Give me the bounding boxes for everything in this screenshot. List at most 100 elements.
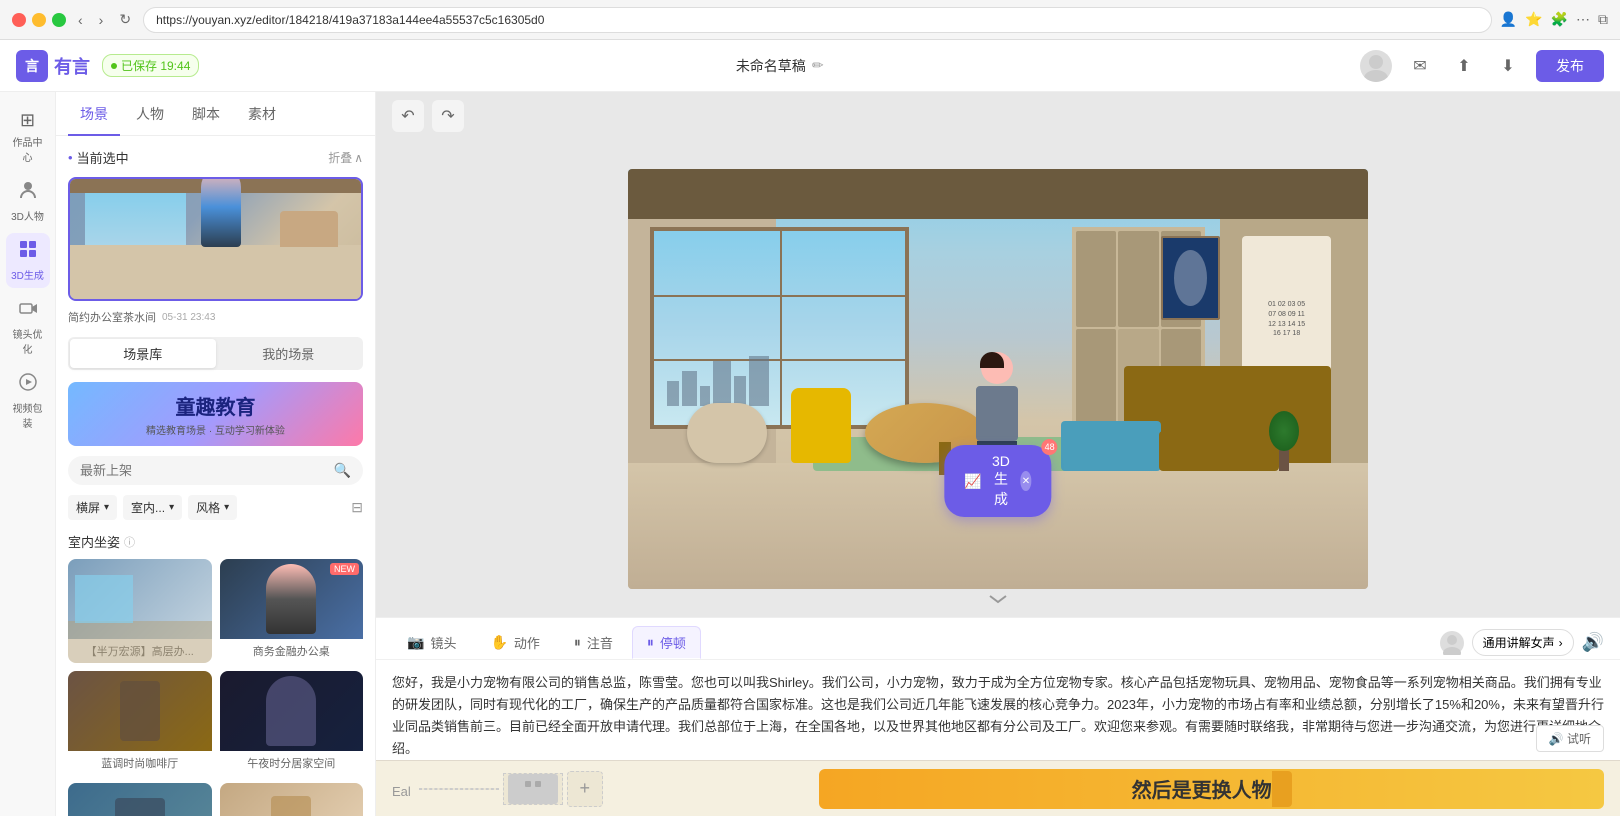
tab-scene[interactable]: 场景 bbox=[68, 92, 120, 136]
scene-card-5[interactable]: 蓝调时分萤光露客 bbox=[68, 783, 212, 816]
logo-icon: 言 bbox=[16, 50, 48, 82]
timeline-notice-text: 然后是更换人物 bbox=[1132, 774, 1272, 803]
download-icon[interactable]: ⬇ bbox=[1492, 50, 1524, 82]
app-bar: 言 有言 已保存 19:44 未命名草稿 ✏ ✉ ⬆ ⬇ 发布 bbox=[0, 40, 1620, 92]
tab-character[interactable]: 人物 bbox=[124, 92, 176, 136]
info-icon[interactable]: ⓘ bbox=[124, 534, 135, 550]
voice-arrow-icon: › bbox=[1559, 636, 1563, 650]
restore-icon[interactable]: ⧉ bbox=[1598, 11, 1608, 28]
sub-tab-scene-lib[interactable]: 场景库 bbox=[70, 339, 216, 368]
profile-icon[interactable]: 👤 bbox=[1500, 11, 1517, 28]
icon-sidebar: ⊞ 作品中心 3D人物 3D生成 bbox=[0, 92, 56, 816]
url-bar[interactable]: https://youyan.xyz/editor/184218/419a371… bbox=[143, 7, 1492, 33]
chevron-down-icon: ▾ bbox=[169, 502, 174, 513]
save-status-text: 已保存 19:44 bbox=[121, 57, 190, 74]
tab-camera[interactable]: 📷 镜头 bbox=[392, 626, 471, 659]
minimize-window-btn[interactable] bbox=[32, 13, 46, 27]
sidebar-item-3d-person-label: 3D人物 bbox=[11, 208, 44, 223]
scene-card-1[interactable]: 【半万宏源】高层办... bbox=[68, 559, 212, 663]
sidebar-item-works[interactable]: ⊞ 作品中心 bbox=[6, 104, 50, 170]
redo-button[interactable]: ↷ bbox=[432, 100, 464, 132]
forward-btn[interactable]: › bbox=[95, 12, 108, 28]
selected-scene-card[interactable] bbox=[68, 177, 363, 301]
bottom-tabs: 📷 镜头 ✋ 动作 ⏸ 注音 ⏸ 停顿 bbox=[376, 618, 1620, 660]
new-badge: NEW bbox=[330, 563, 359, 575]
more-icon[interactable]: ⋯ bbox=[1576, 11, 1590, 28]
filter-room[interactable]: 室内... ▾ bbox=[123, 495, 182, 520]
bookmark-icon[interactable]: ⭐ bbox=[1525, 11, 1542, 28]
save-status: 已保存 19:44 bbox=[102, 54, 199, 77]
sub-tab-my-scene[interactable]: 我的场景 bbox=[216, 339, 362, 368]
refresh-btn[interactable]: ↻ bbox=[115, 11, 135, 28]
scene-canvas[interactable]: 01 02 03 0507 08 09 1112 13 14 1516 17 1… bbox=[628, 169, 1368, 589]
close-window-btn[interactable] bbox=[12, 13, 26, 27]
close-generate-icon[interactable]: ✕ bbox=[1020, 471, 1032, 491]
scene-card-3[interactable]: 蓝调时尚咖啡厅 bbox=[68, 671, 212, 775]
extensions-icon[interactable]: 🧩 bbox=[1551, 11, 1568, 28]
scene-card-6[interactable]: 阳光书房及界办公桌 bbox=[220, 783, 364, 816]
volume-icon[interactable]: 🔊 bbox=[1582, 632, 1604, 653]
chart-icon: 📈 bbox=[964, 473, 981, 490]
timeline-bar: Eal + 然后是更换人物 bbox=[376, 760, 1620, 816]
sidebar-item-3d-person[interactable]: 3D人物 bbox=[6, 174, 50, 229]
sidebar-item-video-pack[interactable]: 视频包装 bbox=[6, 366, 50, 436]
videopack-icon bbox=[18, 372, 38, 397]
maximize-window-btn[interactable] bbox=[52, 13, 66, 27]
bottom-panel: 📷 镜头 ✋ 动作 ⏸ 注音 ⏸ 停顿 bbox=[376, 617, 1620, 760]
undo-button[interactable]: ↶ bbox=[392, 100, 424, 132]
track-scene-placeholder[interactable] bbox=[503, 773, 563, 805]
sub-tabs: 场景库 我的场景 bbox=[68, 337, 363, 370]
panel-tabs: 场景 人物 脚本 素材 bbox=[56, 92, 375, 136]
edit-title-icon[interactable]: ✏ bbox=[812, 57, 824, 74]
share-icon[interactable]: ⬆ bbox=[1448, 50, 1480, 82]
search-icon[interactable]: 🔍 bbox=[334, 462, 351, 479]
canvas-area: ↶ ↷ bbox=[376, 92, 1620, 816]
generate-3d-button[interactable]: 📈 3D生成 ✕ 48 bbox=[944, 445, 1051, 517]
sidebar-item-3d-generate-label: 3D生成 bbox=[11, 267, 44, 282]
promo-banner[interactable]: 童趣教育 精选教育场景 · 互动学习新体验 bbox=[68, 382, 363, 446]
scene-section-title: 室内坐姿 ⓘ bbox=[68, 532, 363, 551]
track-add-button[interactable]: + bbox=[567, 771, 603, 807]
main-layout: ⊞ 作品中心 3D人物 3D生成 bbox=[0, 92, 1620, 816]
chevron-down-icon: ▾ bbox=[224, 502, 229, 513]
timeline-end-badge bbox=[1272, 771, 1292, 807]
tab-annotation[interactable]: ⏸ 注音 bbox=[559, 626, 628, 659]
url-text: https://youyan.xyz/editor/184218/419a371… bbox=[156, 13, 544, 27]
tab-action[interactable]: ✋ 动作 bbox=[475, 626, 554, 659]
publish-button[interactable]: 发布 bbox=[1536, 50, 1604, 82]
current-selected-title: 当前选中 bbox=[68, 148, 129, 167]
filter-row: 横屏 ▾ 室内... ▾ 风格 ▾ ⊟ bbox=[68, 495, 363, 520]
timeline-notice: 然后是更换人物 bbox=[819, 769, 1604, 809]
try-button[interactable]: 🔊 试听 bbox=[1536, 725, 1604, 752]
tab-material[interactable]: 素材 bbox=[236, 92, 288, 136]
message-icon[interactable]: ✉ bbox=[1404, 50, 1436, 82]
filter-ratio[interactable]: 横屏 ▾ bbox=[68, 495, 117, 520]
left-panel: 场景 人物 脚本 素材 当前选中 折叠 ∧ bbox=[56, 92, 376, 816]
sidebar-item-3d-generate[interactable]: 3D生成 bbox=[6, 233, 50, 288]
script-area[interactable]: 您好，我是小力宠物有限公司的销售总监，陈雪莹。您也可以叫我Shirley。我们公… bbox=[376, 660, 1620, 760]
back-btn[interactable]: ‹ bbox=[74, 12, 87, 28]
pause-tab-icon: ⏸ bbox=[647, 634, 654, 651]
annotation-tab-icon: ⏸ bbox=[574, 634, 581, 651]
title-text: 未命名草稿 bbox=[736, 56, 806, 76]
sidebar-item-camera[interactable]: 镜头优化 bbox=[6, 292, 50, 362]
voice-select-button[interactable]: 通用讲解女声 › bbox=[1472, 629, 1574, 656]
filter-style[interactable]: 风格 ▾ bbox=[188, 495, 237, 520]
voice-avatar bbox=[1440, 631, 1464, 655]
scene-card-4[interactable]: 午夜时分居家空间 bbox=[220, 671, 364, 775]
filter-more-icon[interactable]: ⊟ bbox=[351, 499, 363, 516]
search-bar: 🔍 bbox=[68, 456, 363, 485]
current-selected-header: 当前选中 折叠 ∧ bbox=[68, 148, 363, 167]
collapse-button[interactable]: 折叠 ∧ bbox=[328, 149, 363, 166]
collapse-canvas-btn[interactable] bbox=[988, 591, 1008, 609]
scene-card-2[interactable]: NEW 商务金融办公桌 bbox=[220, 559, 364, 663]
tab-pause[interactable]: ⏸ 停顿 bbox=[632, 626, 701, 659]
search-input[interactable] bbox=[80, 463, 328, 478]
browser-actions: 👤 ⭐ 🧩 ⋯ ⧉ bbox=[1500, 11, 1608, 28]
sidebar-item-works-label: 作品中心 bbox=[10, 134, 46, 164]
sidebar-item-camera-label: 镜头优化 bbox=[10, 326, 46, 356]
panel-content: 当前选中 折叠 ∧ 简约办公室茶水间 05-31 23:43 bbox=[56, 136, 375, 816]
scene-card-3-label: 蓝调时尚咖啡厅 bbox=[68, 751, 212, 775]
user-avatar[interactable] bbox=[1360, 50, 1392, 82]
tab-script[interactable]: 脚本 bbox=[180, 92, 232, 136]
